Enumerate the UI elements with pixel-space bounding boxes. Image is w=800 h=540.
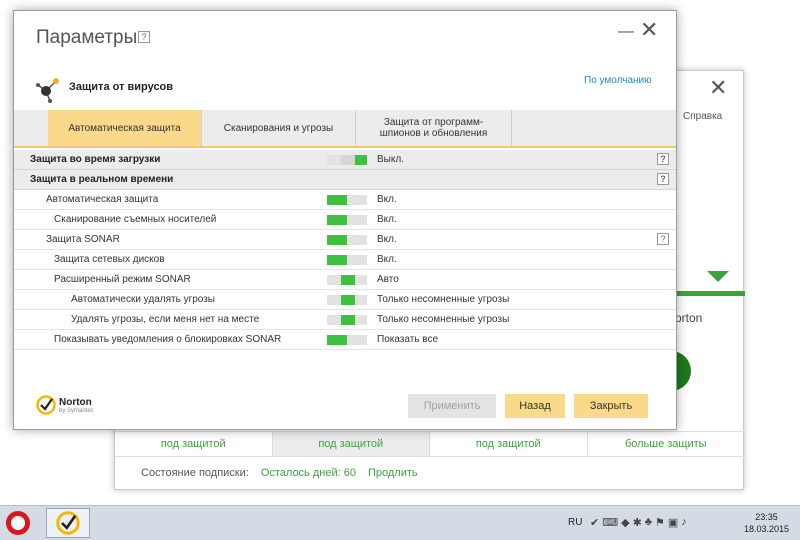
setting-label: Сканирование съемных носителей <box>54 214 217 225</box>
norton-logo-name: Norton <box>59 396 92 408</box>
taskbar: RU ✔ ⌨ ◆ ✱ ♣ ⚑ ▣ ♪ 23:35 18.03.2015 <box>0 505 800 540</box>
status-cell[interactable]: больше защиты <box>588 432 745 456</box>
setting-label: Удалять угрозы, если меня нет на месте <box>71 314 260 325</box>
setting-label: Защита в реальном времени <box>30 174 174 185</box>
gadget-tray-icon[interactable]: ♣ <box>645 516 652 529</box>
tab-scans-and-risks[interactable]: Сканирования и угрозы <box>202 110 356 146</box>
settings-tabs: Автоматическая защита Сканирования и угр… <box>14 110 676 148</box>
close-button[interactable]: Закрыть <box>574 394 648 418</box>
setting-row-sonar: Защита SONAR Вкл. ? <box>14 230 676 250</box>
setting-value: Вкл. <box>377 194 397 205</box>
opera-icon[interactable] <box>6 511 30 535</box>
setting-value: Показать все <box>377 334 439 345</box>
setting-row-boot-protection: Защита во время загрузки Выкл. ? <box>14 150 676 170</box>
clock-time: 23:35 <box>755 512 778 522</box>
status-cell[interactable]: под защитой <box>272 432 430 456</box>
settings-tray-icon[interactable]: ✱ <box>633 516 642 529</box>
protection-status-row: под защитой под защитой под защитой боль… <box>115 431 745 457</box>
setting-value: Только несомненные угрозы <box>377 294 510 305</box>
subscription-status: Состояние подписки: Осталось дней: 60 Пр… <box>141 467 418 479</box>
flag-tray-icon[interactable]: ⚑ <box>655 516 665 529</box>
setting-value: Авто <box>377 274 399 285</box>
setting-row-realtime-protection: Защита в реальном времени ? <box>14 170 676 190</box>
keyboard-tray-icon[interactable]: ⌨ <box>602 516 618 529</box>
shield-tray-icon[interactable]: ◆ <box>621 516 629 529</box>
setting-label: Защита во время загрузки <box>30 154 161 165</box>
setting-label: Показывать уведомления о блокировках SON… <box>54 334 282 345</box>
days-left: Осталось дней: 60 <box>260 467 356 479</box>
apply-button[interactable]: Применить <box>408 394 496 418</box>
main-window-brand: orton <box>675 311 703 325</box>
remove-when-away-toggle[interactable] <box>327 315 367 325</box>
norton-logo: Norton by Symantec <box>36 395 94 415</box>
row-help-icon[interactable]: ? <box>657 233 669 245</box>
tab-filler <box>512 110 676 146</box>
setting-label: Автоматически удалять угрозы <box>71 294 215 305</box>
section-title: Защита от вирусов <box>69 81 174 93</box>
restore-defaults-link[interactable]: По умолчанию <box>584 75 652 86</box>
setting-label: Автоматическая защита <box>46 194 159 205</box>
close-icon[interactable]: ✕ <box>640 19 658 41</box>
tab-spacer <box>14 110 48 146</box>
norton-tray-icon[interactable]: ✔ <box>590 516 599 529</box>
setting-row-auto-remove: Автоматически удалять угрозы Только несо… <box>14 290 676 310</box>
tab-auto-protect[interactable]: Автоматическая защита <box>48 110 202 146</box>
dialog-title: Параметры <box>36 27 138 48</box>
status-cell[interactable]: под защитой <box>115 432 273 456</box>
norton-logo-by: by Symantec <box>59 407 94 414</box>
setting-value: Вкл. <box>377 254 397 265</box>
setting-value: Только несомненные угрозы <box>377 314 510 325</box>
setting-label: Защита сетевых дисков <box>54 254 165 265</box>
setting-value: Вкл. <box>377 214 397 225</box>
auto-remove-toggle[interactable] <box>327 295 367 305</box>
settings-dialog: Параметры ? — ✕ Защита от вирусов По умо… <box>13 10 677 430</box>
clock[interactable]: 23:35 18.03.2015 <box>744 511 789 535</box>
renew-link[interactable]: Продлить <box>368 467 418 479</box>
setting-row-removable-media: Сканирование съемных носителей Вкл. <box>14 210 676 230</box>
auto-protect-toggle[interactable] <box>327 195 367 205</box>
status-green-bar <box>675 291 745 296</box>
status-cell[interactable]: под защитой <box>430 432 588 456</box>
boot-protection-toggle[interactable] <box>327 155 367 165</box>
removable-media-toggle[interactable] <box>327 215 367 225</box>
setting-row-sonar-advanced: Расширенный режим SONAR Авто <box>14 270 676 290</box>
main-window-close-icon[interactable]: ✕ <box>709 77 727 99</box>
main-window-help-menu[interactable]: Справка <box>683 111 722 122</box>
subscription-label: Состояние подписки: <box>141 467 249 479</box>
settings-list: Защита во время загрузки Выкл. ? Защита … <box>14 150 676 350</box>
expand-triangle-icon[interactable] <box>707 271 729 282</box>
clock-date: 18.03.2015 <box>744 524 790 534</box>
norton-taskbar-button[interactable] <box>46 508 90 538</box>
volume-tray-icon[interactable]: ♪ <box>681 516 687 529</box>
row-help-icon[interactable]: ? <box>657 153 669 165</box>
antivirus-icon <box>36 78 59 103</box>
sonar-advanced-toggle[interactable] <box>327 275 367 285</box>
language-indicator[interactable]: RU <box>568 517 582 528</box>
setting-row-remove-when-away: Удалять угрозы, если меня нет на месте Т… <box>14 310 676 330</box>
row-help-icon[interactable]: ? <box>657 173 669 185</box>
setting-label: Защита SONAR <box>46 234 120 245</box>
network-drives-toggle[interactable] <box>327 255 367 265</box>
setting-label: Расширенный режим SONAR <box>54 274 191 285</box>
setting-row-sonar-notifications: Показывать уведомления о блокировках SON… <box>14 330 676 350</box>
setting-row-auto-protect: Автоматическая защита Вкл. <box>14 190 676 210</box>
title-help-icon[interactable]: ? <box>138 31 150 43</box>
setting-row-network-drives: Защита сетевых дисков Вкл. <box>14 250 676 270</box>
network-tray-icon[interactable]: ▣ <box>668 516 678 529</box>
setting-value: Выкл. <box>377 154 404 165</box>
minimize-icon[interactable]: — <box>618 23 634 41</box>
sonar-toggle[interactable] <box>327 235 367 245</box>
setting-value: Вкл. <box>377 234 397 245</box>
norton-check-icon <box>36 395 56 415</box>
system-tray: ✔ ⌨ ◆ ✱ ♣ ⚑ ▣ ♪ <box>590 516 687 529</box>
tab-spyware-and-updates[interactable]: Защита от программ-шпионов и обновления <box>356 110 512 146</box>
back-button[interactable]: Назад <box>505 394 565 418</box>
sonar-notifications-toggle[interactable] <box>327 335 367 345</box>
norton-taskbar-icon <box>56 511 80 535</box>
